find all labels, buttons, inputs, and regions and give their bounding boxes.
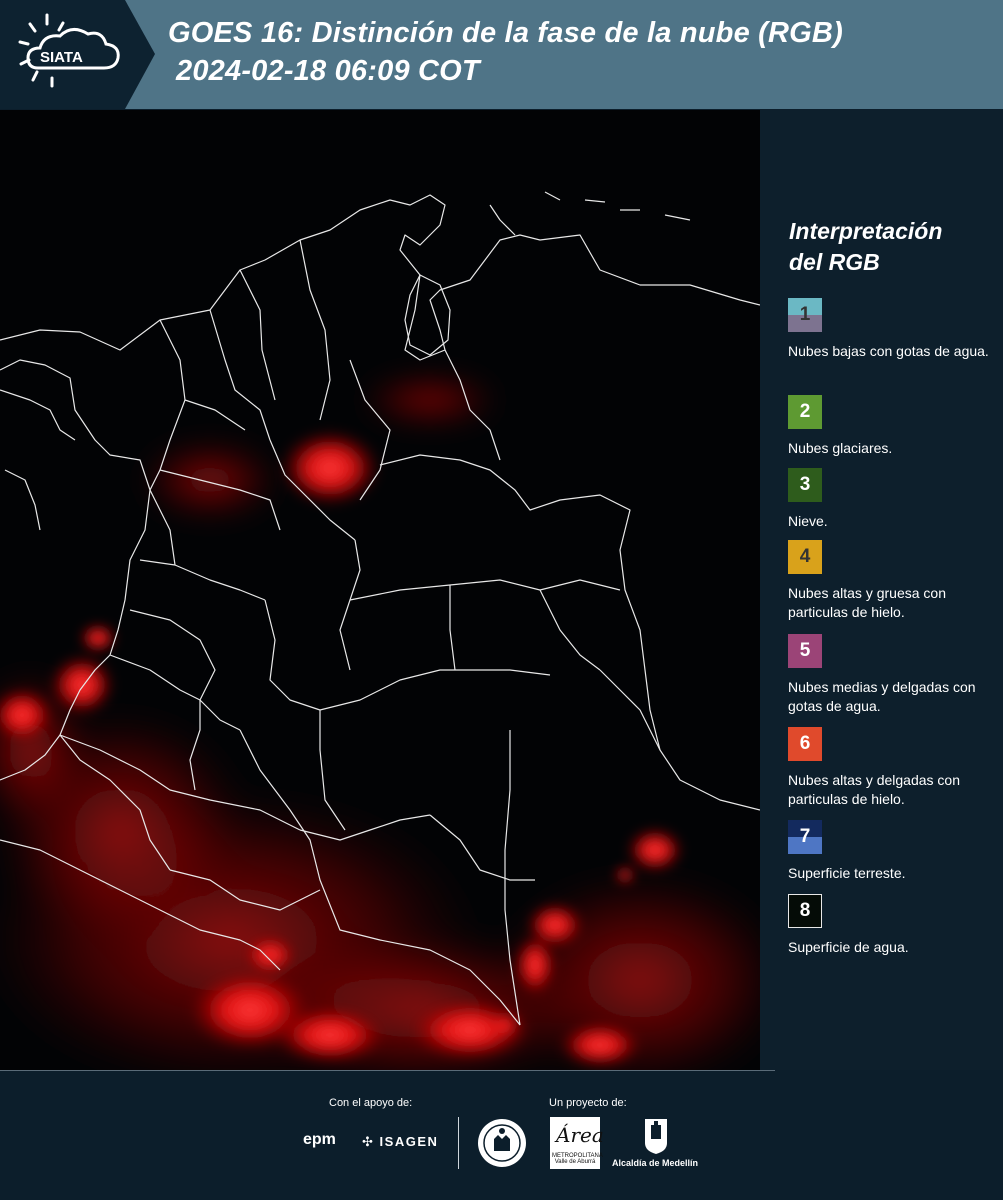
legend-item-7: 7 Superficie terreste. [788, 820, 1000, 883]
seal-logo-icon[interactable] [476, 1117, 528, 1169]
legend-swatch-1: 1 [788, 298, 822, 332]
alcaldia-shield-icon[interactable] [643, 1117, 669, 1155]
siata-logo-icon: SIATA [0, 0, 155, 109]
legend-item-2: 2 Nubes glaciares. [788, 395, 1000, 458]
legend-label-5: Nubes medias y delgadas con gotas de agu… [788, 679, 976, 714]
legend-swatch-6: 6 [788, 727, 822, 761]
legend-swatch-7: 7 [788, 820, 822, 854]
legend-swatch-2: 2 [788, 395, 822, 429]
legend-label-6: Nubes altas y delgadas con particulas de… [788, 772, 960, 807]
area-logo-subtext: METROPOLITANA Valle de Aburrá [552, 1153, 603, 1165]
legend-swatch-8: 8 [788, 894, 822, 928]
legend-item-8: 8 Superficie de agua. [788, 894, 1000, 957]
footer-logo-divider [458, 1117, 459, 1169]
legend-item-6: 6 Nubes altas y delgadas con particulas … [788, 727, 1000, 809]
legend-title-line-2: del RGB [789, 249, 880, 275]
header-bar: SIATA GOES 16: Distinción de la fase de … [0, 0, 1003, 109]
siata-logo[interactable]: SIATA [0, 0, 160, 109]
map-canvas [0, 191, 760, 1070]
epm-logo[interactable]: epm [303, 1131, 336, 1149]
legend-label-2: Nubes glaciares. [788, 440, 893, 456]
legend-panel: Interpretación del RGB 1 Nubes bajas con… [760, 110, 1003, 1070]
satellite-map[interactable] [0, 110, 760, 1070]
page-title: GOES 16: Distinción de la fase de la nub… [168, 14, 843, 90]
isagen-mark-icon: ✣ [362, 1134, 375, 1149]
isagen-logo[interactable]: ✣ ISAGEN [362, 1134, 438, 1150]
legend-item-3: 3 Nieve. [788, 468, 1000, 531]
footer: Con el apoyo de: Un proyecto de: epm ✣ I… [0, 1070, 1003, 1200]
support-label: Con el apoyo de: [329, 1097, 413, 1109]
area-logo-text: Área [556, 1123, 604, 1147]
legend-swatch-4: 4 [788, 540, 822, 574]
legend-label-1: Nubes bajas con gotas de agua. [788, 343, 989, 359]
project-label: Un proyecto de: [549, 1097, 627, 1109]
legend-item-5: 5 Nubes medias y delgadas con gotas de a… [788, 634, 1000, 716]
legend-swatch-3: 3 [788, 468, 822, 502]
legend-item-1: 1 Nubes bajas con gotas de agua. [788, 298, 1000, 361]
legend-label-7: Superficie terreste. [788, 865, 906, 881]
legend-swatch-5: 5 [788, 634, 822, 668]
footer-divider-line [0, 1070, 775, 1071]
legend-title: Interpretación del RGB [789, 216, 942, 278]
legend-title-line-1: Interpretación [789, 218, 943, 244]
title-line-2: 2024-02-18 06:09 COT [176, 55, 480, 87]
alcaldia-label: Alcaldía de Medellín [612, 1158, 699, 1168]
legend-label-4: Nubes altas y gruesa con particulas de h… [788, 585, 946, 620]
area-metropolitana-logo[interactable]: Área METROPOLITANA Valle de Aburrá [550, 1117, 604, 1169]
svg-text:SIATA: SIATA [40, 49, 83, 66]
legend-item-4: 4 Nubes altas y gruesa con particulas de… [788, 540, 1000, 622]
legend-label-3: Nieve. [788, 513, 828, 529]
legend-label-8: Superficie de agua. [788, 939, 909, 955]
title-line-1: GOES 16: Distinción de la fase de la nub… [168, 17, 843, 49]
